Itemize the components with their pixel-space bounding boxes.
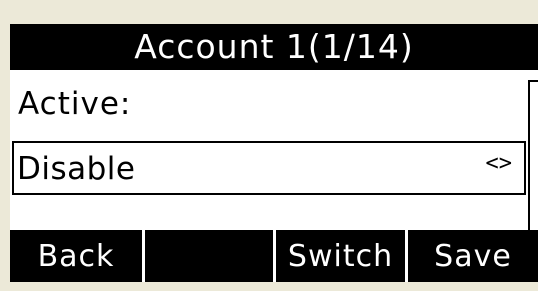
save-softkey[interactable]: Save — [408, 230, 538, 282]
page-title: Account 1(1/14) — [134, 27, 414, 66]
back-softkey[interactable]: Back — [10, 230, 145, 282]
left-right-arrows-icon: <> — [485, 151, 513, 176]
phone-screen: Account 1(1/14) Active: Disable <> Back … — [0, 0, 538, 291]
active-value: Disable — [17, 151, 136, 187]
title-bar: Account 1(1/14) — [10, 24, 538, 70]
empty-softkey[interactable] — [145, 230, 276, 282]
softkey-bar: Back Switch Save — [10, 230, 538, 282]
switch-softkey[interactable]: Switch — [276, 230, 408, 282]
active-selector[interactable]: Disable <> — [12, 141, 526, 195]
active-label: Active: — [18, 86, 132, 122]
lcd-display: Account 1(1/14) Active: Disable <> Back … — [10, 24, 538, 282]
scrollbar[interactable] — [528, 80, 538, 244]
